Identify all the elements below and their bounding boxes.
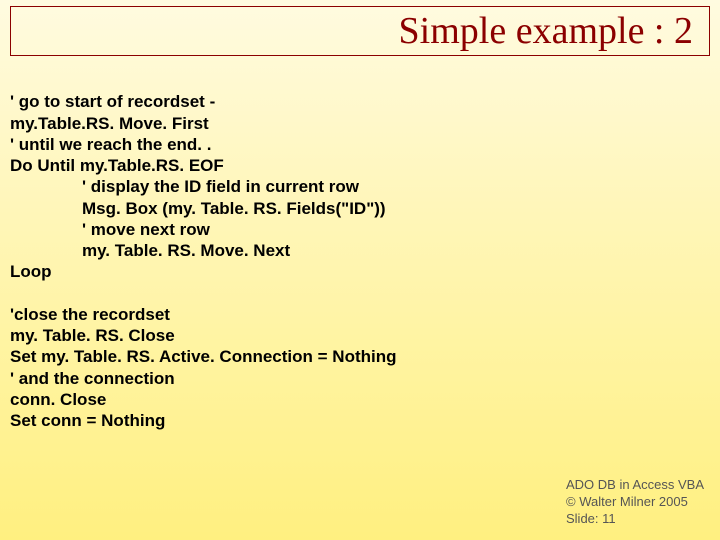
- code-line: my.Table.RS. Move. First: [10, 114, 209, 133]
- code-line: ' until we reach the end. .: [10, 135, 211, 154]
- title-container: Simple example : 2: [10, 6, 710, 56]
- code-line: Set conn = Nothing: [10, 411, 165, 430]
- code-line: ' move next row: [10, 219, 396, 240]
- code-line: Set my. Table. RS. Active. Connection = …: [10, 347, 396, 366]
- code-block: ' go to start of recordset - my.Table.RS…: [10, 70, 396, 431]
- code-line: Do Until my.Table.RS. EOF: [10, 156, 224, 175]
- footer-line: © Walter Milner 2005: [566, 494, 704, 511]
- code-line: my. Table. RS. Move. Next: [10, 240, 396, 261]
- code-line: Loop: [10, 262, 52, 281]
- slide-title: Simple example : 2: [399, 9, 693, 53]
- slide-footer: ADO DB in Access VBA © Walter Milner 200…: [566, 477, 704, 528]
- code-line: ' and the connection: [10, 369, 175, 388]
- code-line: Msg. Box (my. Table. RS. Fields("ID")): [10, 198, 396, 219]
- code-line: conn. Close: [10, 390, 106, 409]
- footer-line: ADO DB in Access VBA: [566, 477, 704, 494]
- code-line: ' display the ID field in current row: [10, 176, 396, 197]
- code-line: my. Table. RS. Close: [10, 326, 175, 345]
- code-line: 'close the recordset: [10, 305, 170, 324]
- footer-line: Slide: 11: [566, 511, 704, 528]
- code-line: ' go to start of recordset -: [10, 92, 215, 111]
